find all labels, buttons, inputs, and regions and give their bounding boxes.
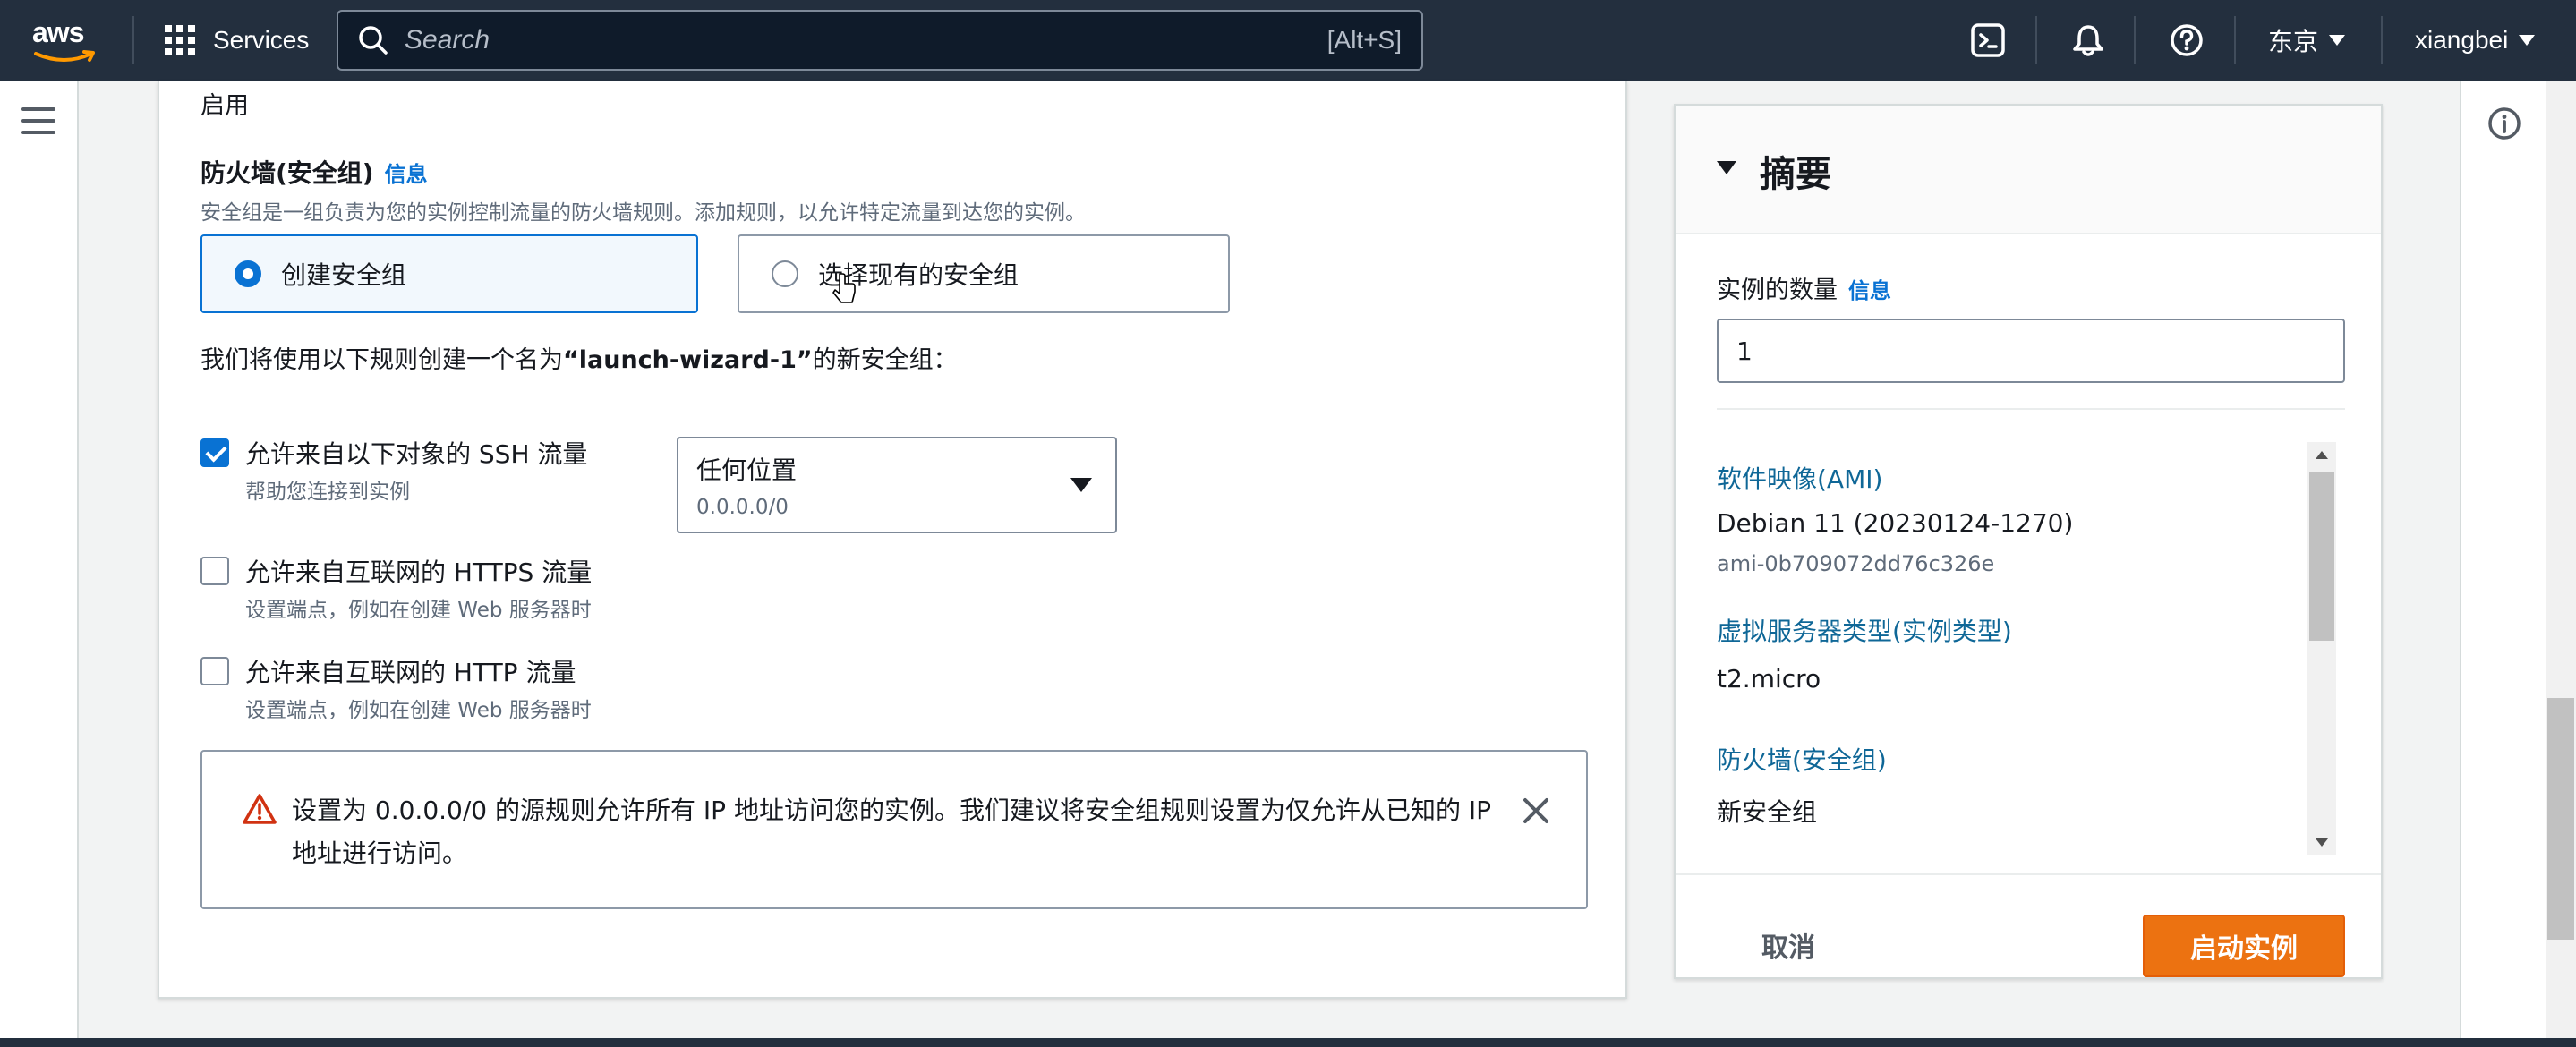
- divider: [1717, 408, 2345, 410]
- radio-button-selected[interactable]: [235, 260, 261, 287]
- instance-type-label[interactable]: 虚拟服务器类型(实例类型): [1717, 612, 2012, 648]
- page-scrollbar[interactable]: [2546, 81, 2576, 1038]
- network-settings-panel: 启用 防火墙(安全组) 信息 安全组是一组负责为您的实例控制流量的防火墙规则。添加…: [158, 81, 1627, 999]
- firewall-description: 安全组是一组负责为您的实例控制流量的防火墙规则。添加规则，以允许特定流量到达您的…: [200, 201, 1086, 225]
- nav-divider: [2234, 16, 2236, 64]
- services-label: Services: [213, 26, 310, 54]
- security-group-name: “launch-wizard-1”: [563, 346, 813, 374]
- ssh-rule-desc: 帮助您连接到实例: [245, 481, 410, 504]
- rule-intro-prefix: 我们将使用以下规则创建一个名为: [200, 346, 563, 374]
- https-rule-desc: 设置端点，例如在创建 Web 服务器时: [245, 599, 592, 622]
- create-security-group-label: 创建安全组: [281, 260, 407, 290]
- account-menu[interactable]: xiangbei: [2415, 21, 2536, 59]
- top-navigation: aws Services [Alt+S]: [0, 0, 2576, 81]
- rule-intro-text: 我们将使用以下规则创建一个名为“launch-wizard-1”的新安全组：: [200, 340, 958, 375]
- summary-panel: 摘要 实例的数量信息 软件映像(AMI) Debian 11 (20230124…: [1674, 104, 2383, 979]
- chevron-down-icon: [2329, 35, 2346, 46]
- nav-divider: [132, 16, 134, 64]
- ssh-rule-label: 允许来自以下对象的 SSH 流量: [245, 439, 588, 469]
- ami-name: Debian 11 (20230124-1270): [1717, 508, 2074, 538]
- firewall-section-title: 防火墙(安全组) 信息: [200, 154, 428, 190]
- scroll-down-icon[interactable]: [2316, 838, 2328, 847]
- ami-id: ami-0b709072dd76c326e: [1717, 551, 1995, 576]
- cancel-button[interactable]: 取消: [1717, 915, 1860, 975]
- nav-divider: [2134, 16, 2136, 64]
- summary-scrollbar[interactable]: [2307, 442, 2336, 855]
- scroll-up-icon[interactable]: [2316, 451, 2328, 459]
- create-security-group-option[interactable]: 创建安全组: [200, 234, 698, 313]
- search-bar[interactable]: [Alt+S]: [337, 10, 1423, 71]
- ami-label[interactable]: 软件映像(AMI): [1717, 460, 1882, 496]
- ssh-source-value: 任何位置: [696, 455, 798, 485]
- caret-down-icon: [1070, 478, 1092, 492]
- help-icon[interactable]: [2166, 20, 2207, 61]
- services-menu[interactable]: Services: [165, 21, 309, 59]
- firewall-summary-value: 新安全组: [1717, 797, 1818, 827]
- instance-type-value: t2.micro: [1717, 664, 1821, 694]
- warning-icon: [243, 794, 277, 824]
- cloudshell-icon[interactable]: [1967, 20, 2009, 61]
- region-selector[interactable]: 东京: [2268, 21, 2346, 59]
- instance-count-label-text: 实例的数量: [1717, 277, 1838, 304]
- warning-alert: 设置为 0.0.0.0/0 的源规则允许所有 IP 地址访问您的实例。我们建议将…: [200, 750, 1588, 909]
- page-scrollbar-thumb[interactable]: [2547, 698, 2574, 940]
- search-shortcut-hint: [Alt+S]: [1326, 26, 1402, 54]
- instance-count-info-link[interactable]: 信息: [1848, 278, 1891, 303]
- nav-divider: [2035, 16, 2037, 64]
- radio-button[interactable]: [772, 260, 798, 287]
- search-input[interactable]: [405, 25, 1327, 55]
- info-icon[interactable]: [2486, 106, 2522, 141]
- left-navigation-rail: [0, 81, 79, 1038]
- services-grid-icon: [165, 25, 195, 55]
- http-rule-label: 允许来自互联网的 HTTP 流量: [245, 658, 576, 687]
- ssh-source-select[interactable]: 任何位置 0.0.0.0/0: [677, 437, 1117, 533]
- divider: [1676, 873, 2381, 875]
- http-checkbox[interactable]: [200, 657, 229, 685]
- bottom-bar: [0, 1038, 2576, 1047]
- summary-title: 摘要: [1760, 154, 1831, 195]
- ssh-source-cidr: 0.0.0.0/0: [696, 496, 789, 519]
- region-label: 东京: [2268, 28, 2319, 55]
- http-rule-desc: 设置端点，例如在创建 Web 服务器时: [245, 699, 592, 722]
- select-existing-security-group-option[interactable]: 选择现有的安全组: [738, 234, 1230, 313]
- right-tools-rail: [2460, 81, 2546, 1038]
- https-checkbox[interactable]: [200, 557, 229, 585]
- nav-divider: [2381, 16, 2383, 64]
- menu-icon[interactable]: [21, 107, 55, 134]
- https-rule-label: 允许来自互联网的 HTTPS 流量: [245, 558, 593, 587]
- warning-text: 设置为 0.0.0.0/0 的源规则允许所有 IP 地址访问您的实例。我们建议将…: [292, 796, 1491, 868]
- firewall-info-link[interactable]: 信息: [385, 162, 428, 187]
- bell-icon[interactable]: [2068, 20, 2109, 61]
- rule-intro-suffix: 的新安全组：: [812, 346, 958, 374]
- mouse-cursor-icon: [832, 273, 856, 303]
- launch-instance-button[interactable]: 启动实例: [2143, 915, 2345, 977]
- close-icon[interactable]: [1518, 793, 1554, 829]
- aws-logo-text: aws: [32, 16, 84, 48]
- aws-logo[interactable]: aws: [32, 16, 100, 64]
- firewall-summary-label[interactable]: 防火墙(安全组): [1717, 741, 1887, 777]
- scrollbar-thumb[interactable]: [2309, 472, 2334, 641]
- account-name: xiangbei: [2415, 26, 2509, 54]
- aws-smile-icon: [34, 50, 95, 62]
- instance-count-label: 实例的数量 信息: [1717, 270, 1891, 305]
- summary-header[interactable]: 摘要: [1676, 106, 2381, 234]
- chevron-down-icon: [2519, 35, 2536, 46]
- instance-count-input[interactable]: [1717, 319, 2345, 383]
- enabled-text: 启用: [200, 92, 249, 120]
- caret-down-icon: [1717, 161, 1736, 174]
- search-icon: [359, 26, 388, 55]
- firewall-title: 防火墙(安全组): [200, 158, 374, 188]
- ssh-checkbox[interactable]: [200, 438, 229, 467]
- summary-details: 软件映像(AMI) Debian 11 (20230124-1270) ami-…: [1717, 442, 2334, 855]
